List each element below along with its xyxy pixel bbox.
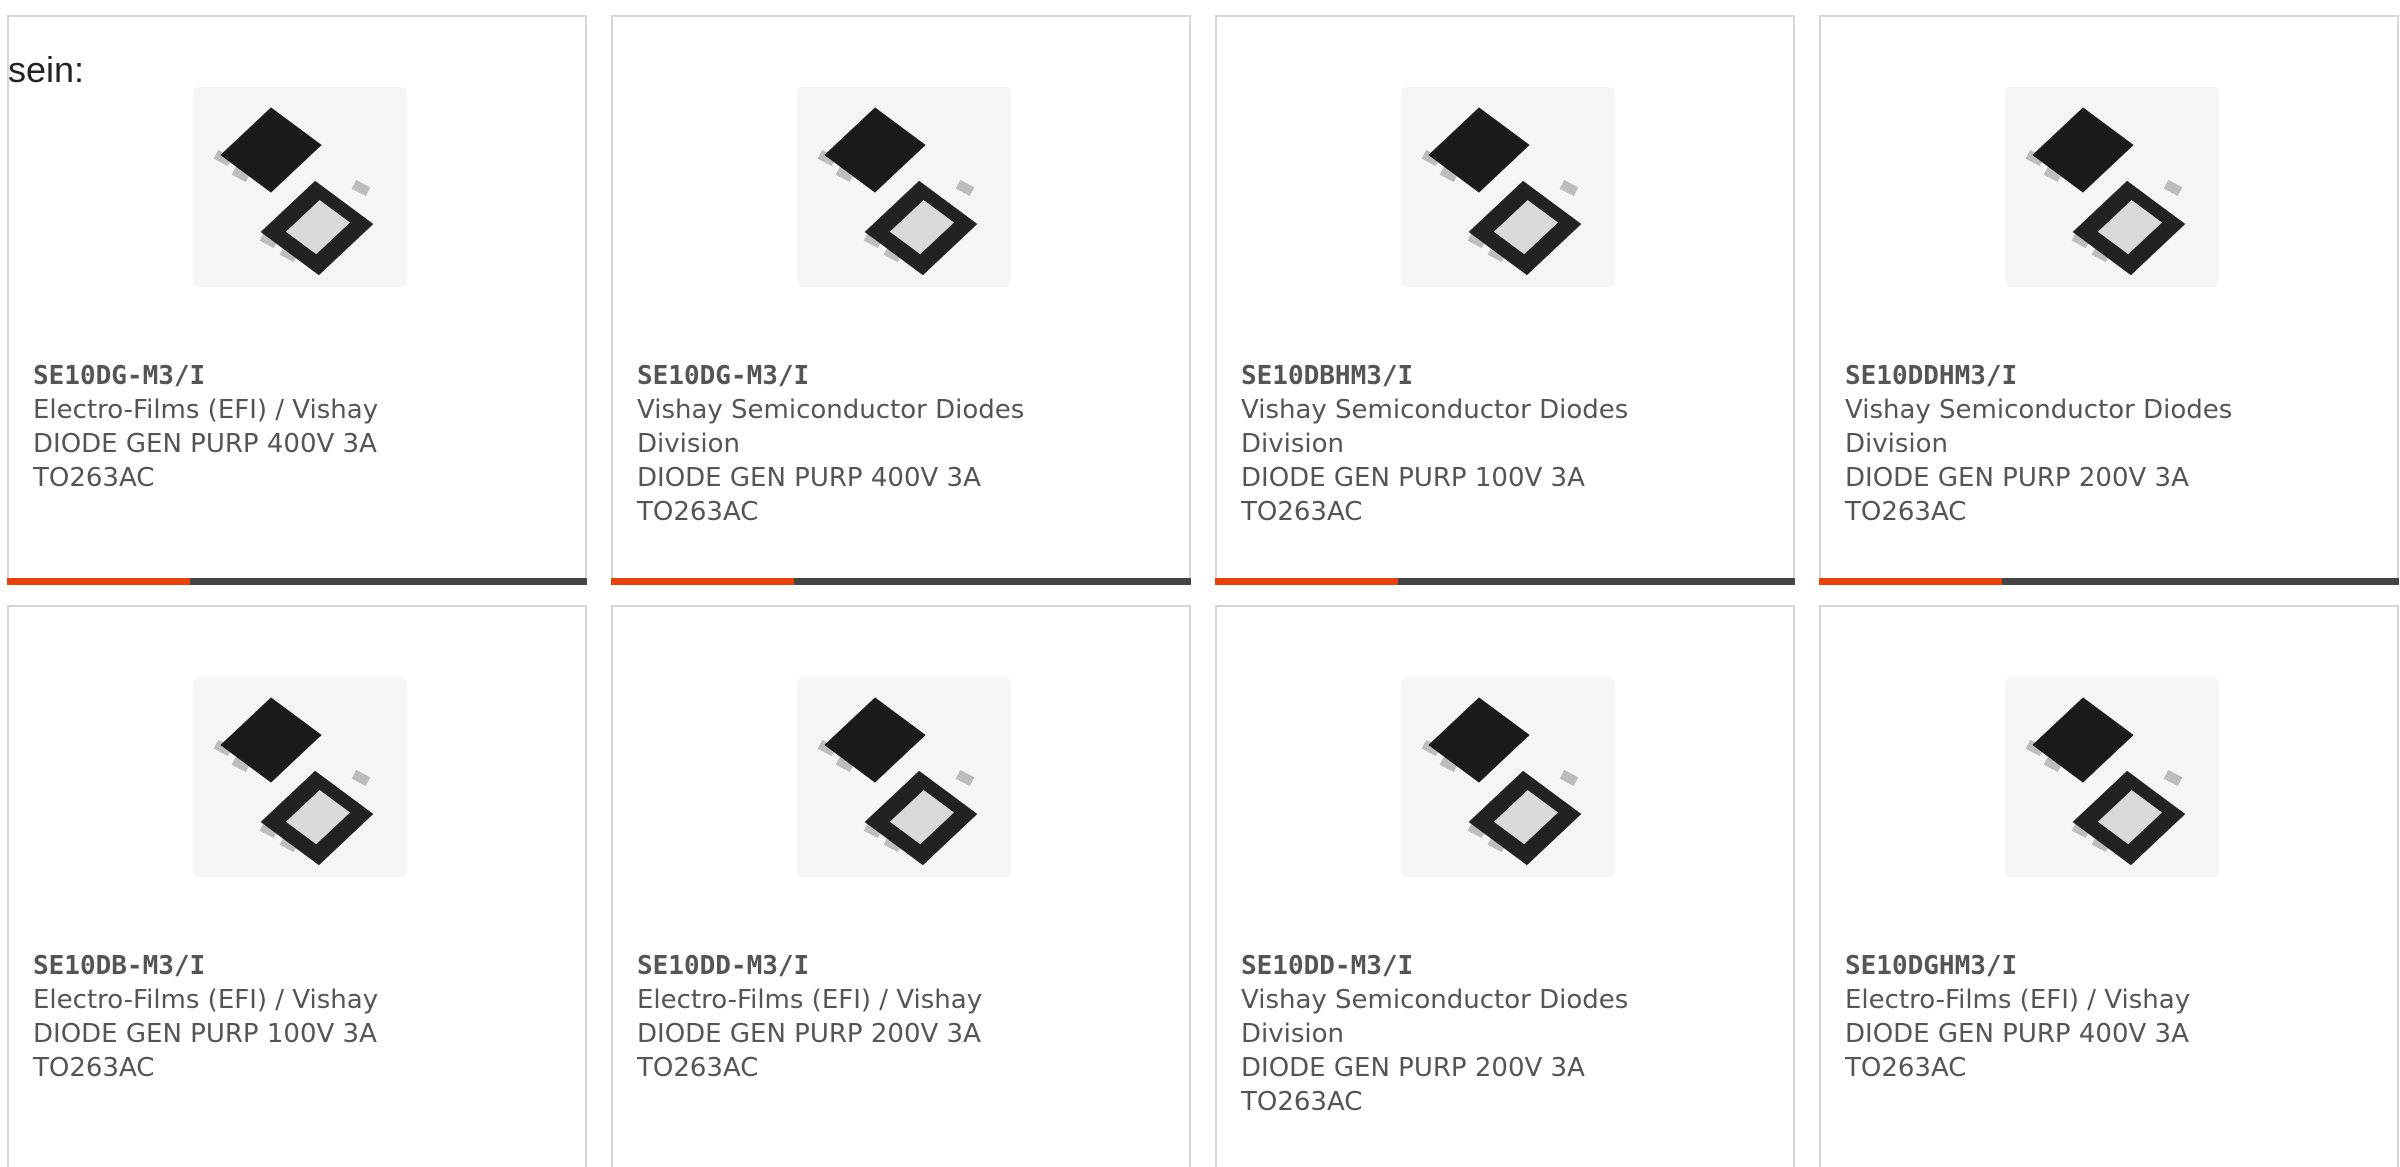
product-detail-line: TO263AC (1241, 1087, 1363, 1117)
card-footer-accent (1215, 578, 1398, 585)
product-detail-line: TO263AC (1845, 497, 1967, 527)
product-image-icon[interactable] (797, 677, 1011, 877)
part-number-link[interactable]: SE10DG-M3/I (637, 359, 1159, 393)
product-details: SE10DG-M3/I Vishay Semiconductor Diodes Di… (637, 359, 1159, 529)
product-detail-line: TO263AC (33, 463, 155, 493)
intro-text: sein: (8, 49, 85, 90)
part-number-link[interactable]: SE10DGHM3/I (1845, 949, 2367, 983)
product-image-icon[interactable] (193, 87, 407, 287)
product-detail-line: DIODE GEN PURP 400V 3A (637, 463, 981, 493)
product-detail-line: Electro-Films (EFI) / Vishay (33, 395, 379, 425)
product-image-icon[interactable] (1401, 87, 1615, 287)
product-image-icon[interactable] (1401, 677, 1615, 877)
product-detail-line: DIODE GEN PURP 400V 3A (1845, 1019, 2189, 1049)
product-detail-line: Electro-Films (EFI) / Vishay (637, 985, 983, 1015)
product-detail-line: Vishay Semiconductor Diodes (1241, 985, 1629, 1015)
product-card[interactable]: SE10DD-M3/I Vishay Semiconductor Diodes Di… (1215, 605, 1795, 1167)
product-grid: SE10DG-M3/I Electro-Films (EFI) / Vishay D… (7, 15, 2400, 1167)
product-image-icon[interactable] (797, 87, 1011, 287)
product-details: SE10DB-M3/I Electro-Films (EFI) / Vishay D… (33, 949, 555, 1085)
product-card[interactable]: SE10DG-M3/I Electro-Films (EFI) / Vishay D… (7, 15, 587, 585)
product-detail-line: Division (637, 429, 741, 459)
product-detail-line: TO263AC (1241, 497, 1363, 527)
product-card[interactable]: SE10DG-M3/I Vishay Semiconductor Diodes Di… (611, 15, 1191, 585)
product-detail-line: Electro-Films (EFI) / Vishay (1845, 985, 2191, 1015)
product-details: SE10DGHM3/I Electro-Films (EFI) / Vishay D… (1845, 949, 2367, 1085)
part-number-link[interactable]: SE10DB-M3/I (33, 949, 555, 983)
product-detail-line: DIODE GEN PURP 400V 3A (33, 429, 377, 459)
product-card[interactable]: SE10DDHM3/I Vishay Semiconductor Diodes Di… (1819, 15, 2399, 585)
product-detail-line: DIODE GEN PURP 100V 3A (33, 1019, 377, 1049)
card-footer-bar (611, 578, 1191, 585)
product-detail-line: DIODE GEN PURP 100V 3A (1241, 463, 1585, 493)
product-details: SE10DBHM3/I Vishay Semiconductor Diodes Di… (1241, 359, 1763, 529)
card-footer-accent (611, 578, 794, 585)
card-footer-bar (7, 578, 587, 585)
card-footer-accent (1819, 578, 2002, 585)
product-detail-line: Vishay Semiconductor Diodes (1241, 395, 1629, 425)
card-footer-bar (1819, 578, 2399, 585)
part-number-link[interactable]: SE10DD-M3/I (1241, 949, 1763, 983)
part-number-link[interactable]: SE10DD-M3/I (637, 949, 1159, 983)
product-detail-line: Division (1845, 429, 1949, 459)
product-detail-line: TO263AC (1845, 1053, 1967, 1083)
part-number-link[interactable]: SE10DBHM3/I (1241, 359, 1763, 393)
product-detail-line: DIODE GEN PURP 200V 3A (1241, 1053, 1585, 1083)
product-details: SE10DG-M3/I Electro-Films (EFI) / Vishay D… (33, 359, 555, 495)
product-detail-line: DIODE GEN PURP 200V 3A (637, 1019, 981, 1049)
product-card[interactable]: SE10DB-M3/I Electro-Films (EFI) / Vishay D… (7, 605, 587, 1167)
card-footer-bar (1215, 578, 1795, 585)
product-detail-line: Electro-Films (EFI) / Vishay (33, 985, 379, 1015)
product-image-icon[interactable] (2005, 87, 2219, 287)
page: sein: SE10DG-M3/I Electro-Films (EFI) / V… (0, 0, 2400, 1167)
product-detail-line: TO263AC (33, 1053, 155, 1083)
card-footer-accent (7, 578, 190, 585)
product-detail-line: TO263AC (637, 1053, 759, 1083)
product-detail-line: Vishay Semiconductor Diodes (1845, 395, 2233, 425)
product-detail-line: TO263AC (637, 497, 759, 527)
product-card[interactable]: SE10DBHM3/I Vishay Semiconductor Diodes Di… (1215, 15, 1795, 585)
product-image-icon[interactable] (193, 677, 407, 877)
product-card[interactable]: SE10DD-M3/I Electro-Films (EFI) / Vishay D… (611, 605, 1191, 1167)
product-details: SE10DD-M3/I Vishay Semiconductor Diodes Di… (1241, 949, 1763, 1119)
part-number-link[interactable]: SE10DDHM3/I (1845, 359, 2367, 393)
part-number-link[interactable]: SE10DG-M3/I (33, 359, 555, 393)
product-detail-line: Vishay Semiconductor Diodes (637, 395, 1025, 425)
product-image-icon[interactable] (2005, 677, 2219, 877)
product-details: SE10DD-M3/I Electro-Films (EFI) / Vishay D… (637, 949, 1159, 1085)
product-detail-line: Division (1241, 429, 1345, 459)
product-detail-line: DIODE GEN PURP 200V 3A (1845, 463, 2189, 493)
product-details: SE10DDHM3/I Vishay Semiconductor Diodes Di… (1845, 359, 2367, 529)
product-card[interactable]: SE10DGHM3/I Electro-Films (EFI) / Vishay D… (1819, 605, 2399, 1167)
product-detail-line: Division (1241, 1019, 1345, 1049)
